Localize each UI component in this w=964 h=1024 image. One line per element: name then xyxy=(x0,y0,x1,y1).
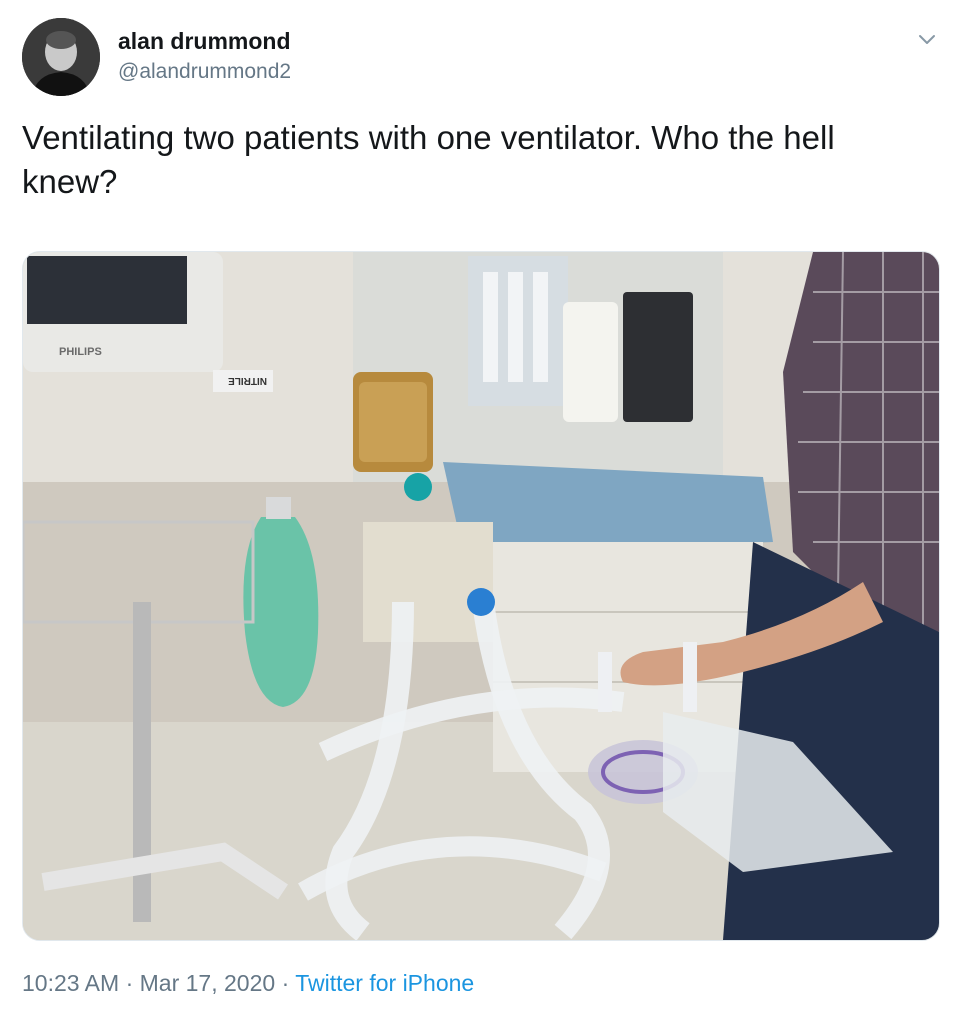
author-handle[interactable]: @alandrummond2 xyxy=(118,60,291,84)
ventilator-photo-image: PHILIPS NITRILE xyxy=(23,252,939,940)
tweet-time[interactable]: 10:23 AM xyxy=(22,970,119,996)
tweet-photo[interactable]: PHILIPS NITRILE xyxy=(22,251,940,941)
tweet-source-link[interactable]: Twitter for iPhone xyxy=(295,970,474,996)
meta-separator: · xyxy=(281,970,290,996)
chevron-down-icon[interactable] xyxy=(916,28,938,50)
tweet-text: Ventilating two patients with one ventil… xyxy=(22,119,835,200)
author-name[interactable]: alan drummond xyxy=(118,28,291,55)
tweet-meta: 10:23 AM · Mar 17, 2020 · Twitter for iP… xyxy=(22,970,474,997)
meta-separator: · xyxy=(125,970,134,996)
glove-box-label: NITRILE xyxy=(228,375,267,386)
monitor-brand-label: PHILIPS xyxy=(59,346,102,358)
avatar[interactable] xyxy=(22,18,100,96)
user-avatar-icon xyxy=(22,18,100,96)
tweet-date[interactable]: Mar 17, 2020 xyxy=(140,970,276,996)
